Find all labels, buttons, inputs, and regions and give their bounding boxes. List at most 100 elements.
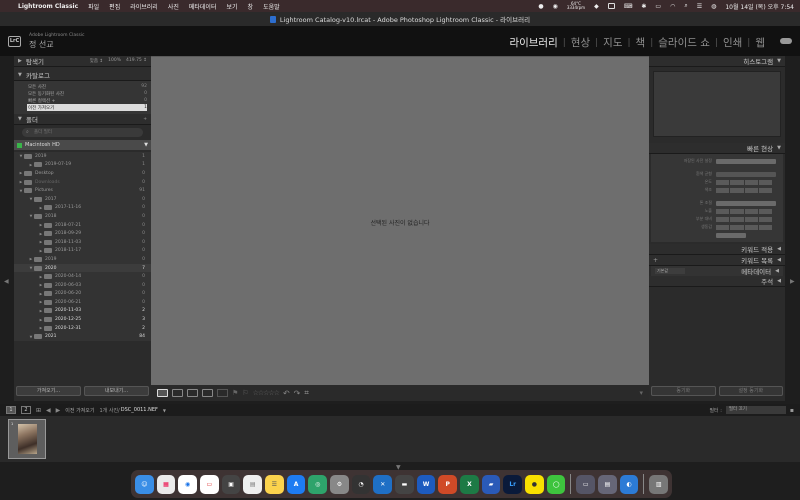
catalog-item-all-photos[interactable]: 모든 사진 92 [28, 83, 147, 90]
menu-photo[interactable]: 사진 [168, 2, 179, 11]
page-1-button[interactable]: 1 [6, 406, 16, 414]
search-icon[interactable]: ⌕ [684, 2, 687, 10]
rotate-left-icon[interactable]: ↶ [283, 389, 290, 398]
menu-view[interactable]: 보기 [226, 2, 237, 11]
keywording-header[interactable]: 키워드 적용 ◀ [649, 244, 785, 255]
export-button[interactable]: 내보내기... [84, 386, 149, 396]
screenshot-icon[interactable]: ▣ [221, 474, 241, 494]
maze-app-icon[interactable]: ◎ [308, 474, 328, 494]
right-panel-edge[interactable]: ▶ [785, 56, 800, 401]
preview-icon[interactable]: ▭ [576, 474, 596, 494]
folder-row[interactable]: ▶ 2018-07-21 0 [14, 221, 151, 230]
qd-wb-select[interactable] [716, 171, 776, 177]
histogram-header[interactable]: 히스토그램 ▼ [649, 56, 785, 67]
folder-row[interactable]: ▶ 2018-11-03 0 [14, 238, 151, 247]
module-library[interactable]: 라이브러리 [504, 35, 562, 50]
cloud-icon[interactable] [780, 38, 792, 44]
folder-row[interactable]: ▶ 2020-04-14 0 [14, 272, 151, 281]
folder-row[interactable]: ▼ 2019 1 [14, 152, 151, 161]
import-button[interactable]: 가져오기... [16, 386, 81, 396]
loupe-view-icon[interactable] [172, 389, 183, 397]
folder-row[interactable]: ▶ 2020-11-03 2 [14, 307, 151, 316]
display-icon[interactable] [607, 3, 615, 9]
folder-row[interactable]: ▶ 2020-12-25 3 [14, 315, 151, 324]
lightroom-classic-icon[interactable]: Lr [503, 474, 523, 494]
globe-app-icon[interactable]: ◐ [619, 474, 639, 494]
metadata-preset-select[interactable]: 기본값 [655, 268, 685, 274]
zoom-custom[interactable]: 419.75 ↕ [126, 58, 147, 64]
catalog-item-synced[interactable]: 모든 동기화된 사진 0 [28, 90, 147, 97]
qd-exposure-buttons[interactable] [716, 208, 772, 214]
plus-icon[interactable]: + [653, 257, 658, 264]
volume-macintosh-hd[interactable]: Macintosh HD ▼ [14, 140, 151, 150]
vscode-icon[interactable]: ✕ [373, 474, 393, 494]
qd-preset-select[interactable] [716, 158, 776, 164]
folder-row[interactable]: ▶ 2020-06-20 0 [14, 290, 151, 299]
zoom-fit[interactable]: 맞춤 ↕ [90, 58, 103, 64]
folder-row[interactable]: ▶ 2020-12-31 2 [14, 324, 151, 333]
qd-vibrance-buttons[interactable] [716, 224, 772, 230]
rotate-right-icon[interactable]: ↷ [294, 389, 301, 398]
crop-grid-icon[interactable]: ⌗ [304, 388, 309, 398]
people-view-icon[interactable] [217, 389, 228, 397]
menu-library[interactable]: 라이브러리 [130, 2, 158, 11]
grid-view[interactable]: 선택된 사진이 없습니다 [151, 56, 649, 385]
module-map[interactable]: 지도 [598, 35, 627, 50]
filter-select[interactable]: 필터 끄기 [725, 406, 786, 414]
wifi-icon[interactable]: ◠ [670, 3, 675, 10]
folder-row[interactable]: ▼ Pictures 91 [14, 186, 151, 195]
zoom-100[interactable]: 100% [108, 58, 121, 64]
catalog-item-quick-collection[interactable]: 빠른 컬렉션 + 0 [28, 97, 147, 104]
star-rating-icon[interactable]: ☆☆☆☆☆ [253, 389, 280, 397]
dropbox-icon[interactable]: ◆ [594, 3, 599, 10]
left-panel-edge[interactable]: ◀ [0, 56, 14, 401]
word-icon[interactable]: W [416, 474, 436, 494]
system-preferences-icon[interactable]: ⚙ [330, 474, 349, 494]
control-center-icon[interactable]: ☰ [697, 3, 702, 10]
filmstrip-thumbnail[interactable]: 1 [8, 419, 46, 459]
back-arrow-icon[interactable]: ◀ [46, 407, 51, 414]
collapse-left-icon[interactable]: ◀ [4, 278, 9, 285]
menu-window[interactable]: 창 [248, 2, 254, 11]
module-develop[interactable]: 현상 [566, 35, 595, 50]
lock-icon[interactable]: ▪ [790, 407, 794, 414]
module-web[interactable]: 웹 [750, 35, 770, 50]
bluetooth-icon[interactable]: ✱ [641, 3, 646, 10]
folder-row[interactable]: ▼ 2018 0 [14, 212, 151, 221]
menu-file[interactable]: 파일 [88, 2, 99, 11]
menubar-clock[interactable]: 10월 14일 (목) 오후 7:54 [725, 2, 794, 11]
excel-icon[interactable]: X [460, 474, 479, 494]
page-2-button[interactable]: 2 [21, 406, 31, 414]
contacts-icon[interactable]: ▤ [243, 474, 263, 494]
flag-reject-icon[interactable]: ⚐ [242, 389, 248, 397]
folder-app-icon[interactable]: ▰ [481, 474, 501, 494]
survey-view-icon[interactable] [202, 389, 213, 397]
folder-search-input[interactable] [34, 129, 134, 136]
calendar-icon[interactable]: ▭ [200, 474, 219, 494]
catalog-header[interactable]: ▼ 카탈로그 [14, 70, 151, 81]
sync-settings-button[interactable]: 설정 동기화 [718, 386, 783, 396]
notes-icon[interactable]: ☰ [265, 474, 284, 494]
keyboard-app-icon[interactable]: ▬ [395, 474, 414, 494]
toolbar-menu-icon[interactable]: ▾ [639, 389, 643, 397]
add-folder-button[interactable]: + [143, 117, 147, 122]
folder-row[interactable]: ▶ Desktop 0 [14, 169, 151, 178]
flag-pick-icon[interactable]: ⚑ [232, 389, 238, 397]
folder-row[interactable]: ▶ Downloads 0 [14, 178, 151, 187]
folder-row[interactable]: ▶ 2020-06-21 0 [14, 298, 151, 307]
filmstrip-source[interactable]: 이전 가져오기 [65, 407, 94, 414]
powerpoint-icon[interactable]: P [438, 474, 458, 494]
folder-row[interactable]: ▶ 2018-11-17 0 [14, 247, 151, 256]
finder-icon[interactable]: ☺ [135, 474, 154, 494]
keyboard-icon[interactable]: ⌨ [624, 3, 633, 10]
compare-view-icon[interactable] [187, 389, 198, 397]
messages-icon[interactable]: ◯ [546, 474, 566, 494]
module-book[interactable]: 책 [631, 35, 651, 50]
sync-button[interactable]: 동기화 [651, 386, 716, 396]
folder-row[interactable]: ▼ 2020 7 [14, 263, 151, 273]
qd-temp-buttons[interactable] [716, 179, 772, 185]
qd-auto-tone[interactable] [716, 200, 776, 206]
catalog-item-previous-import[interactable]: 이전 가져오기 1 [27, 104, 147, 111]
trash-icon[interactable]: ▥ [649, 474, 669, 494]
module-print[interactable]: 인쇄 [718, 35, 747, 50]
